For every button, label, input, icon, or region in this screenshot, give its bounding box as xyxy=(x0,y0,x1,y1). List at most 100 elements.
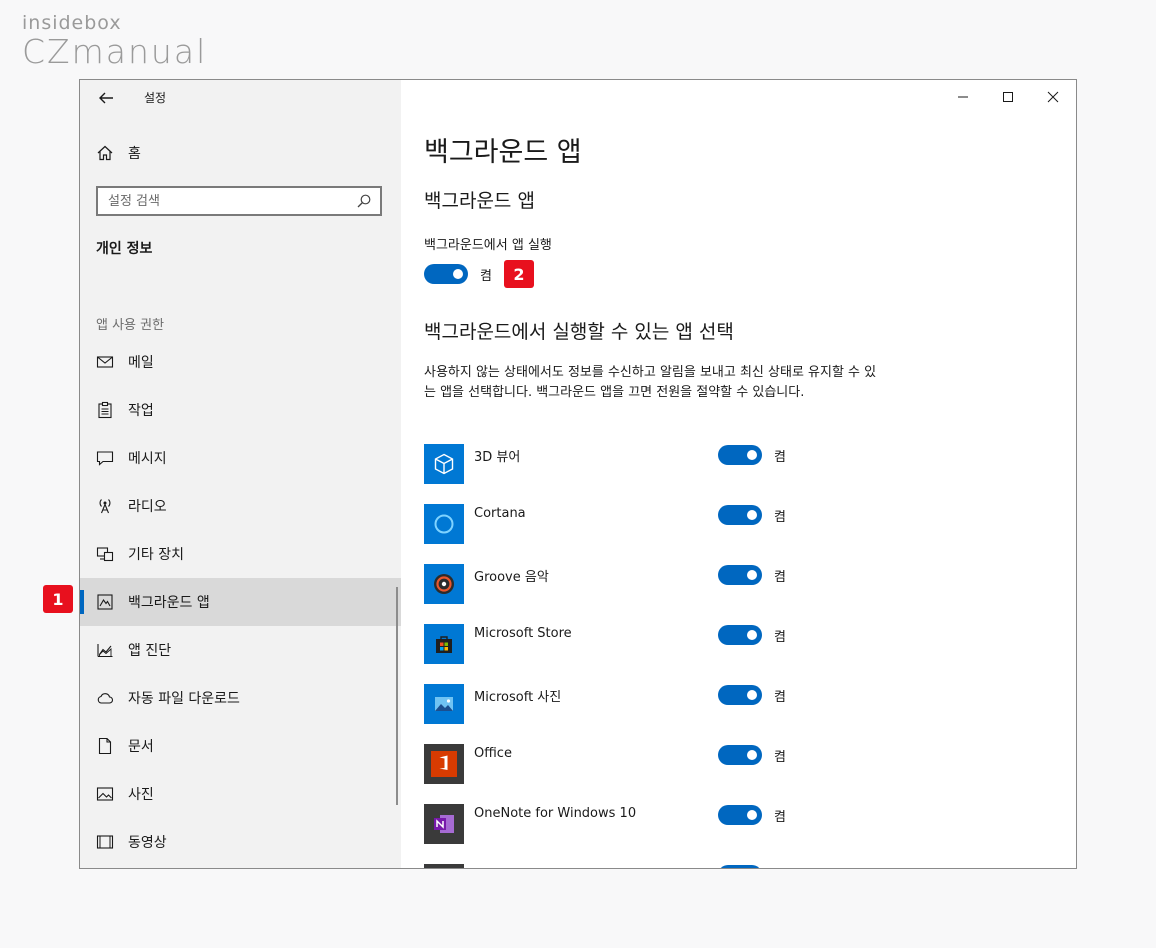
toggle-knob xyxy=(747,630,757,640)
toggle-knob xyxy=(453,269,463,279)
app-toggle-group xyxy=(718,865,762,868)
app-toggle-switch[interactable] xyxy=(718,625,762,645)
master-toggle-state: 켬 xyxy=(480,268,492,284)
sidebar-item-home[interactable]: 홈 xyxy=(96,143,141,163)
clipboard-icon xyxy=(98,401,112,419)
app-row-3d-viewer: 3D 뷰어 켬 xyxy=(424,444,1064,504)
watermark-line2: CZmanual xyxy=(22,32,208,71)
toggle-knob xyxy=(747,510,757,520)
toggle-knob xyxy=(747,570,757,580)
settings-search-box[interactable] xyxy=(96,186,382,216)
home-icon xyxy=(97,145,113,161)
app-row-partial xyxy=(424,864,1064,868)
devices-icon xyxy=(96,547,114,562)
app-tile-partial-icon xyxy=(424,864,464,868)
content-pane: 백그라운드 앱 백그라운드 앱 백그라운드에서 앱 실행 켬 2 백그라운드에서… xyxy=(401,80,1076,868)
choose-apps-heading: 백그라운드에서 실행할 수 있는 앱 선택 xyxy=(424,321,734,343)
app-toggle-state: 켬 xyxy=(774,749,786,765)
app-toggle-state: 켬 xyxy=(774,509,786,525)
app-row-office: Office 켬 xyxy=(424,744,1064,804)
sidebar-item-label: 기타 장치 xyxy=(128,547,184,563)
message-icon xyxy=(96,451,114,466)
search-input[interactable] xyxy=(98,192,356,210)
app-toggle-group: 켬 xyxy=(718,625,786,645)
master-toggle-row: 켬 2 xyxy=(424,260,534,288)
background-apps-icon xyxy=(97,594,113,610)
sidebar-item-auto-file-download[interactable]: 자동 파일 다운로드 xyxy=(80,674,401,722)
page-title: 백그라운드 앱 xyxy=(424,137,582,168)
back-arrow-icon[interactable] xyxy=(96,88,116,108)
description-text: 사용하지 않는 상태에서도 정보를 수신하고 알림을 보내고 최신 상태로 유지… xyxy=(424,365,877,400)
picture-icon xyxy=(96,787,114,801)
app-row-microsoft-store: Microsoft Store 켬 xyxy=(424,624,1064,684)
sidebar-item-messaging[interactable]: 메시지 xyxy=(80,434,401,482)
group-label-app-permissions: 앱 사용 권한 xyxy=(96,318,165,333)
groove-disc-icon xyxy=(424,564,464,604)
sidebar-item-videos[interactable]: 동영상 xyxy=(80,818,401,866)
toggle-knob xyxy=(747,810,757,820)
annotation-badge-2: 2 xyxy=(503,260,534,288)
sidebar-nav-list: 메일 작업 메시지 라디오 기타 장치 백그라운드 앱 앱 진단 자동 파일 다… xyxy=(80,338,401,866)
sidebar-item-label: 백그라운드 앱 xyxy=(128,595,210,611)
sidebar-item-radios[interactable]: 라디오 xyxy=(80,482,401,530)
app-row-cortana: Cortana 켬 xyxy=(424,504,1064,564)
app-toggle-group: 켬 xyxy=(718,445,786,465)
app-toggle-state: 켬 xyxy=(774,449,786,465)
3d-cube-icon xyxy=(424,444,464,484)
close-button[interactable] xyxy=(1041,86,1065,108)
mail-icon xyxy=(96,356,114,368)
photos-icon xyxy=(424,684,464,724)
video-icon xyxy=(96,835,114,849)
diagnostics-chart-icon xyxy=(97,644,113,658)
sidebar-item-label: 메일 xyxy=(128,355,154,371)
annotation-badge-1: 1 xyxy=(43,585,73,613)
app-toggle-group: 켬 xyxy=(718,745,786,765)
sidebar-item-other-devices[interactable]: 기타 장치 xyxy=(80,530,401,578)
app-row-microsoft-photos: Microsoft 사진 켬 xyxy=(424,684,1064,744)
watermark-line1: insidebox xyxy=(22,12,122,34)
app-name: Groove 음악 xyxy=(474,570,549,585)
minimize-button[interactable] xyxy=(951,86,975,108)
sidebar-scrollbar[interactable] xyxy=(396,587,398,805)
app-toggle-switch[interactable] xyxy=(718,865,762,868)
app-toggle-switch[interactable] xyxy=(718,565,762,585)
sidebar-item-label: 작업 xyxy=(128,403,154,419)
maximize-button[interactable] xyxy=(996,86,1020,108)
app-name: Microsoft 사진 xyxy=(474,690,562,705)
search-icon[interactable] xyxy=(356,193,372,209)
app-toggle-group: 켬 xyxy=(718,505,786,525)
sidebar-item-label: 라디오 xyxy=(128,499,167,515)
sidebar-item-label: 동영상 xyxy=(128,835,167,851)
app-toggle-state: 켬 xyxy=(774,569,786,585)
sidebar-item-app-diagnostics[interactable]: 앱 진단 xyxy=(80,626,401,674)
office-icon xyxy=(424,744,464,784)
sidebar-item-background-apps[interactable]: 백그라운드 앱 xyxy=(80,578,401,626)
master-toggle-switch[interactable] xyxy=(424,264,468,284)
sidebar-item-tasks[interactable]: 작업 xyxy=(80,386,401,434)
section-title-privacy: 개인 정보 xyxy=(96,241,153,257)
sidebar-item-label: 자동 파일 다운로드 xyxy=(128,691,240,707)
sidebar-item-label: 앱 진단 xyxy=(128,643,172,659)
app-name: Microsoft Store xyxy=(474,626,572,641)
app-toggle-state: 켬 xyxy=(774,689,786,705)
radio-antenna-icon xyxy=(99,499,111,514)
app-name: Office xyxy=(474,746,512,761)
document-icon xyxy=(98,737,112,755)
app-toggle-group: 켬 xyxy=(718,685,786,705)
sidebar-item-label: 사진 xyxy=(128,787,154,803)
toggle-knob xyxy=(747,690,757,700)
app-toggle-switch[interactable] xyxy=(718,445,762,465)
toggle-knob xyxy=(747,450,757,460)
sidebar: 설정 홈 개인 정보 앱 사용 권한 메일 xyxy=(80,80,401,868)
app-toggle-switch[interactable] xyxy=(718,745,762,765)
app-toggle-switch[interactable] xyxy=(718,805,762,825)
settings-window: 설정 홈 개인 정보 앱 사용 권한 메일 xyxy=(79,79,1077,869)
sidebar-item-mail[interactable]: 메일 xyxy=(80,338,401,386)
sidebar-item-pictures[interactable]: 사진 xyxy=(80,770,401,818)
store-bag-icon xyxy=(424,624,464,664)
app-row-onenote: OneNote for Windows 10 켬 xyxy=(424,804,1064,864)
sidebar-item-documents[interactable]: 문서 xyxy=(80,722,401,770)
app-name: OneNote for Windows 10 xyxy=(474,806,637,821)
app-toggle-switch[interactable] xyxy=(718,685,762,705)
app-toggle-switch[interactable] xyxy=(718,505,762,525)
